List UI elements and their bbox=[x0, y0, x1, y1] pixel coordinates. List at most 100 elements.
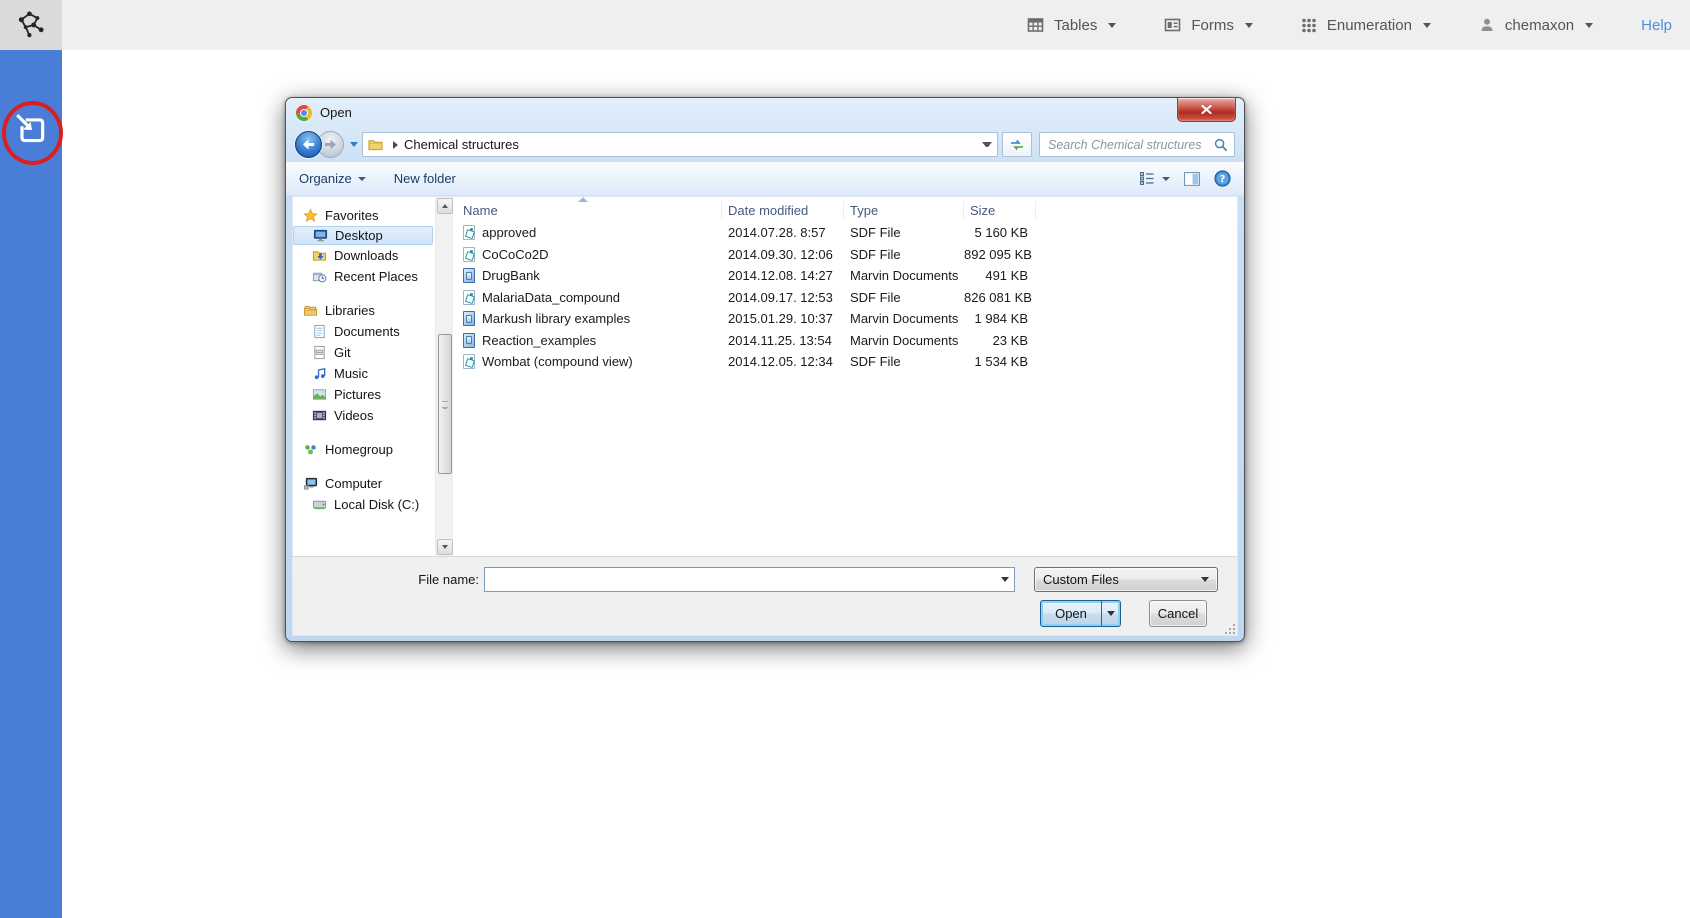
new-folder-button[interactable]: New folder bbox=[394, 171, 456, 186]
file-date: 2014.12.08. 14:27 bbox=[722, 268, 844, 283]
tree-music[interactable]: Music bbox=[293, 363, 435, 384]
marvin-file-icon bbox=[463, 311, 475, 326]
dialog-titlebar[interactable]: Open bbox=[286, 98, 1244, 127]
documents-icon bbox=[312, 324, 327, 339]
file-name: Wombat (compound view) bbox=[482, 354, 633, 369]
column-header-type[interactable]: Type bbox=[844, 201, 964, 220]
file-date: 2014.09.30. 12:06 bbox=[722, 247, 844, 262]
menu-enumeration[interactable]: Enumeration bbox=[1301, 17, 1431, 34]
file-name: CoCoCo2D bbox=[482, 247, 548, 262]
scroll-track[interactable] bbox=[437, 214, 453, 539]
app-sidebar bbox=[0, 50, 62, 918]
tree-label: Git bbox=[334, 345, 351, 360]
file-row[interactable]: MalariaData_compound 2014.09.17. 12:53 S… bbox=[460, 287, 1237, 309]
search-box[interactable] bbox=[1039, 132, 1235, 157]
tree-desktop[interactable]: Desktop bbox=[293, 226, 433, 245]
menu-forms[interactable]: Forms bbox=[1164, 17, 1253, 34]
tree-recent-places[interactable]: Recent Places bbox=[293, 266, 435, 287]
column-header-date-modified[interactable]: Date modified bbox=[722, 201, 844, 220]
open-dropdown-icon[interactable] bbox=[1101, 601, 1120, 626]
file-size: 491 KB bbox=[964, 268, 1036, 283]
file-row[interactable]: approved 2014.07.28. 8:57 SDF File 5 160… bbox=[460, 222, 1237, 244]
scroll-down-button[interactable] bbox=[437, 539, 453, 555]
tree-computer[interactable]: Computer bbox=[293, 473, 435, 494]
file-list: Name Date modified Type Size approved 20… bbox=[453, 197, 1237, 556]
help-icon[interactable]: ? bbox=[1214, 170, 1231, 187]
tree-label: Homegroup bbox=[325, 442, 393, 457]
file-type: SDF File bbox=[844, 290, 964, 305]
file-name-combo[interactable] bbox=[484, 567, 1015, 592]
file-row[interactable]: Markush library examples 2015.01.29. 10:… bbox=[460, 308, 1237, 330]
sdf-file-icon bbox=[463, 247, 475, 262]
cancel-button[interactable]: Cancel bbox=[1149, 600, 1207, 627]
tree-documents[interactable]: Documents bbox=[293, 321, 435, 342]
tree-homegroup[interactable]: Homegroup bbox=[293, 439, 435, 460]
tree-scrollbar[interactable] bbox=[435, 197, 453, 556]
file-row[interactable]: DrugBank 2014.12.08. 14:27 Marvin Docume… bbox=[460, 265, 1237, 287]
table-icon bbox=[1027, 17, 1044, 33]
tree-label: Pictures bbox=[334, 387, 381, 402]
back-button[interactable] bbox=[295, 131, 322, 158]
file-row[interactable]: CoCoCo2D 2014.09.30. 12:06 SDF File 892 … bbox=[460, 244, 1237, 266]
file-row[interactable]: Wombat (compound view) 2014.12.05. 12:34… bbox=[460, 351, 1237, 373]
search-input[interactable] bbox=[1046, 137, 1214, 153]
scroll-up-button[interactable] bbox=[437, 198, 453, 214]
views-list-icon bbox=[1139, 171, 1155, 186]
sdf-file-icon bbox=[463, 290, 475, 305]
resize-grip[interactable] bbox=[1224, 623, 1235, 634]
tree-label: Favorites bbox=[325, 208, 378, 223]
file-date: 2014.11.25. 13:54 bbox=[722, 333, 844, 348]
tree-git[interactable]: Git bbox=[293, 342, 435, 363]
help-link[interactable]: Help bbox=[1641, 17, 1672, 34]
file-size: 826 081 KB bbox=[964, 290, 1036, 305]
tree-libraries[interactable]: Libraries bbox=[293, 300, 435, 321]
scroll-thumb[interactable] bbox=[438, 334, 452, 474]
forms-icon bbox=[1164, 17, 1181, 33]
back-arrow-icon bbox=[302, 139, 315, 150]
file-type-value: Custom Files bbox=[1043, 572, 1119, 587]
column-header-size[interactable]: Size bbox=[964, 201, 1036, 220]
menu-user[interactable]: chemaxon bbox=[1479, 17, 1593, 34]
address-bar[interactable]: Chemical structures bbox=[362, 132, 998, 157]
file-type-dropdown-icon bbox=[1201, 577, 1209, 582]
organize-button[interactable]: Organize bbox=[299, 171, 366, 186]
column-header-name[interactable]: Name bbox=[460, 201, 722, 220]
dialog-nav-row: Chemical structures bbox=[286, 127, 1244, 162]
search-icon[interactable] bbox=[1214, 138, 1228, 152]
open-button[interactable]: Open bbox=[1041, 601, 1101, 626]
preview-pane-icon[interactable] bbox=[1183, 171, 1201, 187]
file-type-select[interactable]: Custom Files bbox=[1034, 567, 1218, 592]
file-row[interactable]: Reaction_examples 2014.11.25. 13:54 Marv… bbox=[460, 330, 1237, 352]
dialog-title: Open bbox=[320, 105, 352, 120]
enumeration-icon bbox=[1301, 17, 1317, 33]
marvin-file-icon bbox=[463, 333, 475, 348]
file-type: Marvin Documents bbox=[844, 268, 964, 283]
menu-tables[interactable]: Tables bbox=[1027, 17, 1116, 34]
file-name-dropdown-icon[interactable] bbox=[996, 568, 1014, 591]
tree-pictures[interactable]: Pictures bbox=[293, 384, 435, 405]
history-dropdown-icon[interactable] bbox=[350, 142, 358, 147]
tree-local-disk-c[interactable]: Local Disk (C:) bbox=[293, 494, 435, 515]
refresh-button[interactable] bbox=[1002, 132, 1032, 157]
import-button[interactable] bbox=[13, 112, 49, 148]
close-button[interactable] bbox=[1177, 98, 1236, 122]
open-button-group[interactable]: Open bbox=[1040, 600, 1121, 627]
views-button[interactable] bbox=[1139, 171, 1170, 186]
tree-favorites[interactable]: Favorites bbox=[293, 205, 435, 226]
file-name-input[interactable] bbox=[485, 568, 996, 591]
file-name: Markush library examples bbox=[482, 311, 630, 326]
tree-downloads[interactable]: Downloads bbox=[293, 245, 435, 266]
breadcrumb-location[interactable]: Chemical structures bbox=[404, 137, 519, 152]
file-type: Marvin Documents bbox=[844, 311, 964, 326]
address-dropdown-icon[interactable] bbox=[982, 142, 992, 147]
triangle-down-icon bbox=[442, 545, 448, 549]
chevron-down-icon bbox=[1245, 23, 1253, 28]
cancel-label: Cancel bbox=[1158, 606, 1198, 621]
file-name: Reaction_examples bbox=[482, 333, 596, 348]
chevron-down-icon bbox=[358, 177, 366, 181]
tree-videos[interactable]: Videos bbox=[293, 405, 435, 426]
user-icon bbox=[1479, 17, 1495, 33]
tree-label: Documents bbox=[334, 324, 400, 339]
app-logo[interactable] bbox=[0, 0, 62, 50]
app-topbar: Tables Forms Enumeration bbox=[0, 0, 1690, 50]
